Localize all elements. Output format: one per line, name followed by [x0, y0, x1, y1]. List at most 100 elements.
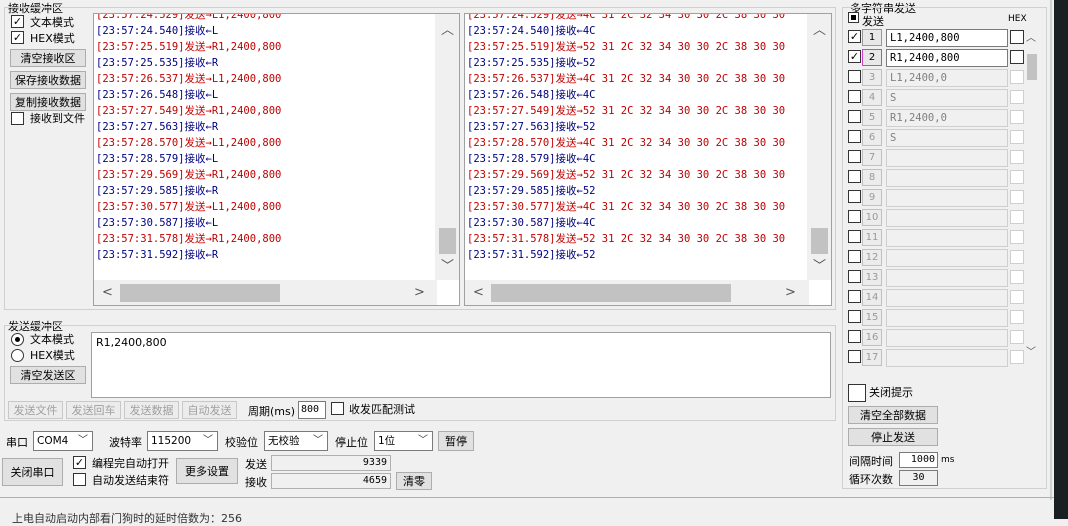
multi-row-input[interactable]: [886, 149, 1008, 167]
multi-row-number-button[interactable]: 5: [862, 109, 882, 126]
multi-row-number-button[interactable]: 3: [862, 69, 882, 86]
multi-row-send-checkbox[interactable]: ✓: [848, 50, 861, 63]
scroll-up-icon[interactable]: ︿: [1026, 32, 1036, 46]
scroll-right-icon[interactable]: >: [414, 286, 425, 300]
multi-row-send-checkbox[interactable]: [848, 290, 861, 303]
multi-row-number-button[interactable]: 15: [862, 309, 882, 326]
auto-open-checkbox[interactable]: ✓: [73, 456, 86, 469]
multi-row-hex-checkbox[interactable]: [1010, 210, 1024, 224]
multi-row-number-button[interactable]: 1: [862, 29, 882, 46]
multi-row-send-checkbox[interactable]: [848, 110, 861, 123]
period-input[interactable]: 800: [298, 401, 326, 419]
multi-row-hex-checkbox[interactable]: [1010, 110, 1024, 124]
multi-row-input[interactable]: L1,2400,0: [886, 69, 1008, 87]
multi-row-input[interactable]: S: [886, 89, 1008, 107]
multi-row-input[interactable]: [886, 329, 1008, 347]
copy-receive-button[interactable]: 复制接收数据: [10, 93, 86, 111]
clear-receive-button[interactable]: 清空接收区: [10, 49, 86, 67]
multi-row-number-button[interactable]: 6: [862, 129, 882, 146]
multi-row-hex-checkbox[interactable]: [1010, 350, 1024, 364]
pause-button[interactable]: 暂停: [438, 431, 474, 451]
receive-text-pane[interactable]: [23:57:24.529]发送→L1,2400,800 [23:57:24.54…: [93, 13, 460, 306]
multi-row-input[interactable]: [886, 269, 1008, 287]
multi-row-hex-checkbox[interactable]: [1010, 270, 1024, 284]
clear-send-button[interactable]: 清空发送区: [10, 366, 86, 384]
multi-row-input[interactable]: [886, 349, 1008, 367]
scroll-left-icon[interactable]: <: [473, 286, 484, 300]
receive-hex-hscroll[interactable]: < >: [465, 280, 809, 305]
multi-row-send-checkbox[interactable]: [848, 190, 861, 203]
multi-row-hex-checkbox[interactable]: [1010, 170, 1024, 184]
multi-row-input[interactable]: [886, 249, 1008, 267]
multi-row-number-button[interactable]: 14: [862, 289, 882, 306]
scroll-up-icon[interactable]: ︿: [813, 24, 826, 38]
multi-row-number-button[interactable]: 2: [862, 49, 882, 66]
multi-row-send-checkbox[interactable]: [848, 310, 861, 323]
scroll-thumb[interactable]: [811, 228, 828, 254]
multi-row-number-button[interactable]: 4: [862, 89, 882, 106]
parity-select[interactable]: 无校验 ﹀: [264, 431, 328, 451]
match-test-checkbox[interactable]: [331, 402, 344, 415]
stop-send-button[interactable]: 停止发送: [848, 428, 938, 446]
scroll-down-icon[interactable]: ﹀: [441, 260, 454, 274]
stopbits-select[interactable]: 1位 ﹀: [374, 431, 433, 451]
multi-row-send-checkbox[interactable]: [848, 330, 861, 343]
send-textarea[interactable]: R1,2400,800: [91, 332, 831, 398]
multi-row-number-button[interactable]: 7: [862, 149, 882, 166]
receive-hex-pane[interactable]: [23:57:24.529]发送→4C 31 2C 32 34 30 30 2C…: [464, 13, 832, 306]
multi-row-hex-checkbox[interactable]: [1010, 290, 1024, 304]
interval-input[interactable]: 1000: [899, 452, 938, 468]
multi-row-hex-checkbox[interactable]: [1010, 50, 1024, 64]
close-tip-checkbox[interactable]: [848, 384, 866, 402]
multi-row-send-checkbox[interactable]: [848, 230, 861, 243]
multi-row-input[interactable]: S: [886, 129, 1008, 147]
clear-all-data-button[interactable]: 清空全部数据: [848, 406, 938, 424]
multi-row-send-checkbox[interactable]: [848, 210, 861, 223]
multi-row-send-checkbox[interactable]: ✓: [848, 30, 861, 43]
multi-row-hex-checkbox[interactable]: [1010, 30, 1024, 44]
receive-text-vscroll[interactable]: ︿ ﹀: [435, 14, 459, 280]
multi-row-number-button[interactable]: 16: [862, 329, 882, 346]
multi-row-send-checkbox[interactable]: [848, 250, 861, 263]
send-text-mode-radio[interactable]: [11, 333, 24, 346]
multi-row-hex-checkbox[interactable]: [1010, 70, 1024, 84]
recv-text-mode-checkbox[interactable]: ✓: [11, 15, 24, 28]
scroll-up-icon[interactable]: ︿: [441, 24, 454, 38]
multi-row-send-checkbox[interactable]: [848, 90, 861, 103]
auto-send-end-checkbox[interactable]: [73, 473, 86, 486]
send-data-button[interactable]: 发送数据: [124, 401, 179, 419]
receive-text-hscroll[interactable]: < >: [94, 280, 437, 305]
multi-row-input[interactable]: L1,2400,800: [886, 29, 1008, 47]
multi-row-send-checkbox[interactable]: [848, 70, 861, 83]
scroll-down-icon[interactable]: ﹀: [813, 260, 826, 274]
multi-row-number-button[interactable]: 13: [862, 269, 882, 286]
port-select[interactable]: COM4 ﹀: [33, 431, 93, 451]
multi-row-number-button[interactable]: 8: [862, 169, 882, 186]
multi-row-hex-checkbox[interactable]: [1010, 150, 1024, 164]
save-receive-button[interactable]: 保存接收数据: [10, 71, 86, 89]
multi-row-input[interactable]: R1,2400,0: [886, 109, 1008, 127]
multi-row-number-button[interactable]: 10: [862, 209, 882, 226]
multi-row-number-button[interactable]: 11: [862, 229, 882, 246]
multi-row-hex-checkbox[interactable]: [1010, 130, 1024, 144]
hscroll-thumb[interactable]: [120, 284, 280, 302]
multi-select-all-box[interactable]: [848, 12, 859, 23]
scroll-left-icon[interactable]: <: [102, 286, 113, 300]
multi-row-number-button[interactable]: 9: [862, 189, 882, 206]
more-settings-button[interactable]: 更多设置: [176, 458, 238, 484]
baud-select[interactable]: 115200 ﹀: [147, 431, 218, 451]
multi-row-input[interactable]: [886, 209, 1008, 227]
multi-row-send-checkbox[interactable]: [848, 170, 861, 183]
send-hex-mode-radio[interactable]: [11, 349, 24, 362]
multi-row-input[interactable]: R1,2400,800: [886, 49, 1008, 67]
receive-hex-vscroll[interactable]: ︿ ﹀: [807, 14, 831, 280]
scroll-thumb[interactable]: [1027, 54, 1037, 80]
send-enter-button[interactable]: 发送回车: [66, 401, 121, 419]
multi-row-hex-checkbox[interactable]: [1010, 230, 1024, 244]
multi-row-input[interactable]: [886, 229, 1008, 247]
multi-row-number-button[interactable]: 12: [862, 249, 882, 266]
hscroll-thumb[interactable]: [491, 284, 731, 302]
reset-counter-button[interactable]: 清零: [396, 472, 432, 490]
receive-to-file-checkbox[interactable]: [11, 112, 24, 125]
close-port-button[interactable]: 关闭串口: [2, 458, 63, 486]
